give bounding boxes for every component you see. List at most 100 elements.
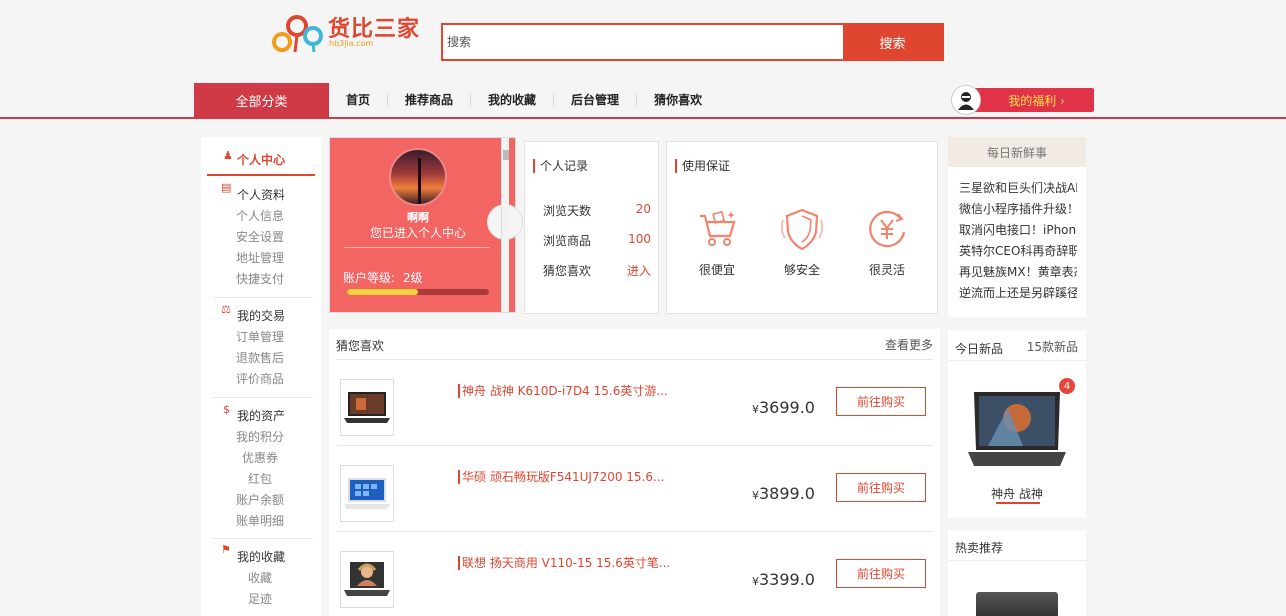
account-level-value: 2级 <box>403 271 423 285</box>
sidebar-group-title[interactable]: 我的资产 <box>237 407 285 424</box>
view-more-link[interactable]: 查看更多 <box>885 336 933 353</box>
sidebar-link-balance[interactable]: 账户余额 <box>236 491 284 508</box>
account-level-label: 账户等级: <box>343 271 396 285</box>
sidebar-group-title[interactable]: 个人资料 <box>237 186 285 203</box>
product-thumbnail[interactable] <box>340 551 394 608</box>
new-product-image[interactable] <box>968 388 1066 472</box>
tower-silhouette <box>418 158 421 204</box>
news-item[interactable]: 再见魅族MX！黄章表态 <box>959 263 1077 281</box>
product-thumbnail[interactable] <box>340 465 394 522</box>
product-row: 神舟 战神 K610D-i7D4 15.6英寸游... ¥3699.0 前往购买 <box>329 360 940 446</box>
buy-button[interactable]: 前往购买 <box>836 559 926 588</box>
site-logo[interactable]: 货比三家 hb3jia.com <box>272 10 422 54</box>
record-row[interactable]: 浏览商品 100 <box>543 232 651 249</box>
scroll-thumb[interactable] <box>503 150 509 160</box>
search-input[interactable] <box>443 25 843 59</box>
welfare-button[interactable]: 我的福利 › <box>951 85 1094 115</box>
scale-icon: ⚖ <box>221 303 231 316</box>
guess-header: 猜您喜欢 查看更多 <box>336 329 933 360</box>
sidebar-link-redpacket[interactable]: 红包 <box>248 470 272 487</box>
records-title: 个人记录 <box>533 159 588 173</box>
sidebar-link-footprint[interactable]: 足迹 <box>248 590 272 607</box>
sidebar-divider <box>213 297 313 298</box>
record-row[interactable]: 浏览天数 20 <box>543 202 651 219</box>
news-item[interactable]: 微信小程序插件升级！ <box>959 200 1077 218</box>
sidebar-link-collection[interactable]: 收藏 <box>248 569 272 586</box>
product-thumbnail[interactable] <box>340 379 394 436</box>
sidebar-divider <box>213 397 313 398</box>
new-product-underline <box>996 502 1040 504</box>
welfare-label: 我的福利 › <box>973 88 1094 112</box>
news-item[interactable]: 逆流而上还是另辟蹊径 <box>959 284 1077 302</box>
price-value: 3899.0 <box>759 484 815 503</box>
sidebar-group-title[interactable]: 我的交易 <box>237 307 285 324</box>
sidebar-head-label: 个人中心 <box>237 153 286 167</box>
account-level: 账户等级: 2级 <box>343 269 423 286</box>
guarantee-title: 使用保证 <box>675 159 730 173</box>
product-name[interactable]: 神舟 战神 K610D-i7D4 15.6英寸游... <box>458 384 668 398</box>
new-today-header: 今日新品 15款新品 <box>948 330 1086 361</box>
guarantee-card: 使用保证 很便宜 够安全 很灵活 <box>666 141 938 314</box>
sidebar-link-quickpay[interactable]: 快捷支付 <box>236 270 284 287</box>
nav-links: 首页 推荐商品 我的收藏 后台管理 猜你喜欢 <box>329 83 719 117</box>
product-name[interactable]: 联想 扬天商用 V110-15 15.6英寸笔... <box>458 556 670 570</box>
news-title: 每日新鲜事 <box>948 137 1086 167</box>
buy-button[interactable]: 前往购买 <box>836 473 926 502</box>
search-button[interactable]: 搜索 <box>843 25 942 59</box>
user-avatar-icon <box>951 85 981 115</box>
product-row: 华硕 顽石畅玩版F541UJ7200 15.6... ¥3899.0 前往购买 <box>329 446 940 532</box>
hot-product-image[interactable] <box>976 592 1058 616</box>
guarantee-label: 够安全 <box>783 263 820 277</box>
nav-item-home[interactable]: 首页 <box>329 93 389 107</box>
nav-item-admin[interactable]: 后台管理 <box>554 93 638 107</box>
hot-header: 热卖推荐 <box>948 530 1086 561</box>
record-label: 猜您喜欢 <box>543 264 592 278</box>
buy-button[interactable]: 前往购买 <box>836 387 926 416</box>
guess-you-like-section: 猜您喜欢 查看更多 神舟 战神 K610D-i7D4 15.6英寸游... ¥3… <box>329 329 940 616</box>
guess-title: 猜您喜欢 <box>336 339 385 353</box>
search-bar: 搜索 <box>441 23 944 61</box>
sidebar-link-orders[interactable]: 订单管理 <box>236 328 284 345</box>
nav-item-favorites[interactable]: 我的收藏 <box>471 93 555 107</box>
profile-avatar[interactable] <box>389 148 447 206</box>
sidebar-link-points[interactable]: 我的积分 <box>236 428 284 445</box>
hot-recommend-panel: 热卖推荐 <box>948 530 1086 616</box>
personal-records-card: 个人记录 浏览天数 20 浏览商品 100 猜您喜欢 进入 <box>524 141 659 314</box>
guarantee-label: 很灵活 <box>868 263 905 277</box>
laptop-image-icon <box>344 391 390 423</box>
product-price: ¥3899.0 <box>752 484 815 503</box>
hot-title: 热卖推荐 <box>955 541 1004 555</box>
user-icon: ♟ <box>223 149 233 162</box>
news-item[interactable]: 三星欲和巨头们决战AI <box>959 179 1077 197</box>
record-enter-link[interactable]: 进入 <box>627 262 651 279</box>
sidebar-link-security[interactable]: 安全设置 <box>236 228 284 245</box>
sidebar-link-reviews[interactable]: 评价商品 <box>236 370 284 387</box>
sidebar-head[interactable]: ♟ 个人中心 <box>207 145 315 176</box>
record-label: 浏览天数 <box>543 204 592 218</box>
nav-item-recommended[interactable]: 推荐商品 <box>388 93 472 107</box>
profile-card-icon: ▤ <box>221 181 232 194</box>
guarantee-item: 很便宜 <box>687 206 747 278</box>
product-name[interactable]: 华硕 顽石畅玩版F541UJ7200 15.6... <box>458 470 664 484</box>
profile-tip: 您已进入个人中心 <box>370 226 467 240</box>
product-price: ¥3699.0 <box>752 398 815 417</box>
sidebar-divider <box>213 538 313 539</box>
profile-scrollbar[interactable] <box>501 138 509 312</box>
new-badge: 4 <box>1059 378 1075 394</box>
all-categories-button[interactable]: 全部分类 <box>194 83 329 117</box>
sidebar-link-refunds[interactable]: 退款售后 <box>236 349 284 366</box>
level-progress-fill <box>347 289 418 295</box>
sidebar-link-address[interactable]: 地址管理 <box>236 249 284 266</box>
nav-item-guess[interactable]: 猜你喜欢 <box>637 93 719 107</box>
sidebar-link-coupons[interactable]: 优惠券 <box>242 449 278 466</box>
news-item[interactable]: 英特尔CEO科再奇辞职 <box>959 242 1077 260</box>
main-nav: 全部分类 首页 推荐商品 我的收藏 后台管理 猜你喜欢 我的福利 › <box>0 83 1286 119</box>
record-value: 100 <box>628 232 651 246</box>
sidebar-link-bills[interactable]: 账单明细 <box>236 512 284 529</box>
currency-symbol: ¥ <box>752 575 759 588</box>
news-item[interactable]: 取消闪电接口！iPhone <box>959 221 1077 239</box>
record-row[interactable]: 猜您喜欢 进入 <box>543 262 651 279</box>
sidebar-link-personal-info[interactable]: 个人信息 <box>236 207 284 224</box>
sidebar-group-title[interactable]: 我的收藏 <box>237 548 285 565</box>
new-product-name[interactable]: 神舟 战神 <box>948 485 1086 502</box>
